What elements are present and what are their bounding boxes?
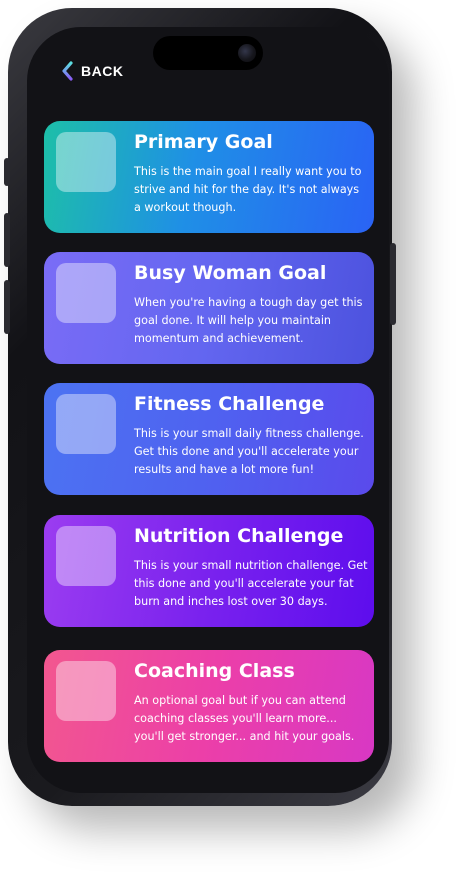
goal-card-busy-woman[interactable]: Busy Woman Goal When you're having a tou… <box>44 252 374 364</box>
app-screen: BACK Primary Goal This is the main goal … <box>27 27 389 793</box>
goal-title: Coaching Class <box>134 660 295 682</box>
chevron-left-icon <box>61 61 73 81</box>
goal-description: An optional goal but if you can attend c… <box>134 694 355 743</box>
back-button[interactable]: BACK <box>61 61 123 81</box>
camera-lens-icon <box>238 44 256 62</box>
device-mockup: BACK Primary Goal This is the main goal … <box>0 0 471 875</box>
goal-title: Primary Goal <box>134 131 273 153</box>
goal-checkbox[interactable] <box>56 132 116 192</box>
volume-up-button <box>4 213 10 267</box>
action-button <box>4 158 10 186</box>
goal-checkbox[interactable] <box>56 526 116 586</box>
dynamic-island <box>153 36 263 70</box>
goal-checkbox[interactable] <box>56 394 116 454</box>
volume-down-button <box>4 280 10 334</box>
goal-description: This is your small nutrition challenge. … <box>134 559 368 608</box>
goal-card-coaching-class[interactable]: Coaching Class An optional goal but if y… <box>44 650 374 762</box>
goal-checkbox[interactable] <box>56 661 116 721</box>
goal-title: Fitness Challenge <box>134 393 325 415</box>
goal-card-primary[interactable]: Primary Goal This is the main goal I rea… <box>44 121 374 233</box>
phone-frame: BACK Primary Goal This is the main goal … <box>4 8 396 806</box>
goal-checkbox[interactable] <box>56 263 116 323</box>
goal-card-fitness-challenge[interactable]: Fitness Challenge This is your small dai… <box>44 383 374 495</box>
goal-title: Nutrition Challenge <box>134 525 344 547</box>
back-label: BACK <box>81 63 124 79</box>
goal-title: Busy Woman Goal <box>134 262 327 284</box>
goal-description: When you're having a tough day get this … <box>134 296 363 345</box>
power-button <box>390 243 396 325</box>
goal-description: This is the main goal I really want you … <box>134 165 362 214</box>
goal-card-nutrition-challenge[interactable]: Nutrition Challenge This is your small n… <box>44 515 374 627</box>
goal-description: This is your small daily fitness challen… <box>134 427 364 476</box>
